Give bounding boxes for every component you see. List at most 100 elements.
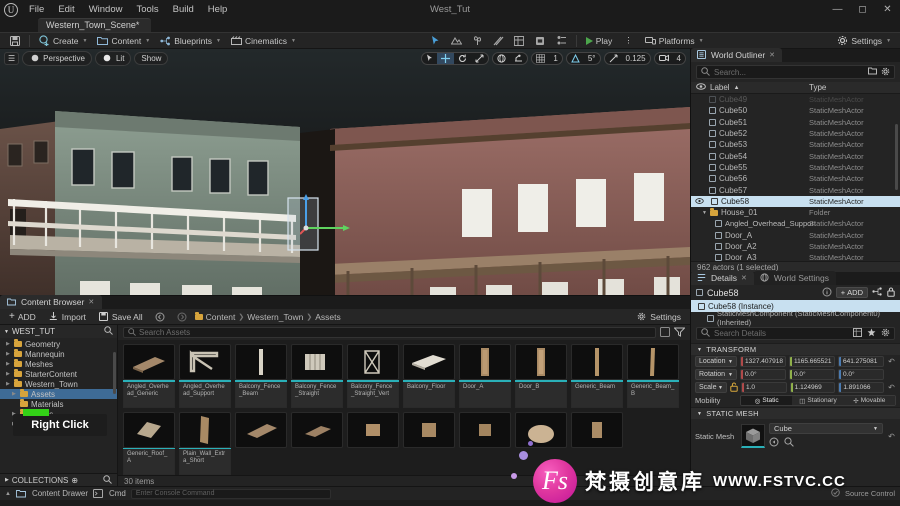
close-icon[interactable]: ✕ xyxy=(769,51,775,59)
scale-snap-value[interactable]: 0.125 xyxy=(622,53,650,64)
content-drawer-label[interactable]: Content Drawer xyxy=(32,489,88,498)
move-tool-icon[interactable] xyxy=(437,52,455,64)
asset-tile[interactable]: Generic_Roof_A xyxy=(123,411,175,475)
table-row-folder[interactable]: ▼ House_01 Folder xyxy=(691,207,900,218)
column-label-header[interactable]: Label xyxy=(710,83,730,92)
blueprints-button[interactable]: Blueprints ▼ xyxy=(155,34,226,47)
table-row[interactable]: Cube55 StaticMeshActor xyxy=(691,162,900,173)
menu-file[interactable]: File xyxy=(22,2,51,17)
details-settings-gear-icon[interactable] xyxy=(881,328,890,339)
scale-snap-icon[interactable] xyxy=(605,53,622,64)
search-icon[interactable] xyxy=(103,474,112,486)
asset-tile[interactable] xyxy=(291,411,343,476)
mobility-stationary-option[interactable]: ◫ Stationary xyxy=(792,396,844,405)
rotation-z-input[interactable]: 0.0° xyxy=(838,369,884,380)
level-tab[interactable]: Western_Town_Scene* xyxy=(38,18,152,32)
table-row[interactable]: Door_A StaticMeshActor xyxy=(691,230,900,241)
chevron-down-icon[interactable]: ▼ xyxy=(702,210,707,216)
location-y-input[interactable]: 1165.665521 xyxy=(789,356,835,367)
chevron-up-icon[interactable]: ▲ xyxy=(5,491,11,497)
table-row[interactable]: Door_A3 StaticMeshActor xyxy=(691,252,900,261)
search-asset-icon[interactable] xyxy=(784,437,794,449)
save-all-button[interactable]: Save All xyxy=(94,310,147,323)
table-row[interactable]: Cube51 StaticMeshActor xyxy=(691,117,900,128)
favorites-star-icon[interactable] xyxy=(867,328,876,339)
asset-tile[interactable]: Angled_Overhead_Generic xyxy=(123,344,175,408)
filter-icon[interactable] xyxy=(673,327,686,339)
surface-snap-icon[interactable] xyxy=(510,53,527,64)
rotation-y-input[interactable]: 0.0° xyxy=(789,369,835,380)
tree-item-startercontent[interactable]: ▶ StarterContent xyxy=(0,369,117,379)
column-type-header[interactable]: Type xyxy=(809,83,826,92)
menu-window[interactable]: Window xyxy=(82,2,130,17)
asset-tile[interactable]: Generic_Beam_B xyxy=(627,344,679,408)
grid-snap-value[interactable]: 1 xyxy=(549,53,561,64)
tree-item-assets[interactable]: ▶ Assets xyxy=(0,389,117,399)
asset-tile[interactable] xyxy=(347,411,399,476)
asset-tile[interactable]: Balcony_Fence_Beam xyxy=(235,344,287,408)
tree-scrollbar[interactable] xyxy=(113,352,116,394)
search-assets-input[interactable]: Search Assets xyxy=(123,327,656,338)
asset-tile[interactable]: Balcony_Floor xyxy=(403,344,455,408)
menu-edit[interactable]: Edit xyxy=(51,2,81,17)
table-row-selected[interactable]: Cube58 StaticMeshActor xyxy=(691,195,900,207)
viewport-perspective-button[interactable]: Perspective xyxy=(22,50,92,66)
camera-speed-group[interactable]: 4 xyxy=(653,51,686,65)
content-browser-settings-button[interactable]: Settings xyxy=(632,310,685,323)
chevron-down-icon[interactable]: ▶ xyxy=(6,381,11,387)
asset-tile[interactable]: Angled_Overhead_Support xyxy=(179,344,231,408)
lock-icon[interactable] xyxy=(887,287,895,299)
tree-item-meshes[interactable]: ▶ Meshes xyxy=(0,359,117,369)
info-icon[interactable] xyxy=(822,287,832,299)
play-options-button[interactable]: ⋮ xyxy=(619,34,638,47)
table-row[interactable]: Cube54 StaticMeshActor xyxy=(691,150,900,161)
brush-mode-button[interactable] xyxy=(530,34,551,47)
world-space-icon[interactable] xyxy=(493,53,510,64)
location-z-input[interactable]: 641.275081 xyxy=(838,356,884,367)
transform-gizmo[interactable] xyxy=(299,194,360,242)
console-command-input[interactable]: Enter Console Command xyxy=(130,488,331,499)
landscape-mode-button[interactable] xyxy=(446,34,467,47)
tree-item-western-town[interactable]: ▶ Western_Town xyxy=(0,379,117,389)
scale-snap-group[interactable]: 0.125 xyxy=(603,51,651,65)
table-row[interactable]: Cube57 StaticMeshActor xyxy=(691,184,900,195)
scale-y-input[interactable]: 1.124969 xyxy=(789,382,836,393)
source-control-label[interactable]: Source Control xyxy=(845,489,895,498)
chevron-down-icon[interactable]: ▼ xyxy=(4,329,9,335)
select-tool-icon[interactable] xyxy=(422,53,437,63)
unreal-logo-icon[interactable]: U xyxy=(0,0,22,19)
breadcrumb-assets[interactable]: Assets xyxy=(315,312,341,322)
table-row[interactable]: Cube52 StaticMeshActor xyxy=(691,128,900,139)
browse-to-asset-icon[interactable] xyxy=(769,437,779,449)
minimize-icon[interactable]: — xyxy=(825,0,850,19)
table-row[interactable]: Cube49 StaticMeshActor xyxy=(691,94,900,105)
blueprint-edit-icon[interactable] xyxy=(872,287,883,298)
revert-scale-icon[interactable]: ↶ xyxy=(887,383,896,392)
add-component-button[interactable]: + ADD xyxy=(835,287,868,298)
eye-icon[interactable] xyxy=(696,83,706,92)
cmd-label[interactable]: Cmd xyxy=(109,489,126,498)
scale-x-input[interactable]: 1.0 xyxy=(741,382,787,393)
maximize-icon[interactable]: ◻ xyxy=(850,0,875,19)
tab-details[interactable]: Details ✕ xyxy=(691,271,754,285)
tab-content-browser[interactable]: Content Browser ✕ xyxy=(0,295,103,309)
table-row[interactable]: Cube50 StaticMeshActor xyxy=(691,105,900,116)
grid-view-icon[interactable] xyxy=(853,328,862,339)
new-folder-icon[interactable] xyxy=(868,67,877,78)
close-icon[interactable]: ✕ xyxy=(741,274,747,282)
viewport-menu-icon[interactable]: ☰ xyxy=(4,51,20,65)
world-outliner-rows[interactable]: Cube49 StaticMeshActor Cube50 StaticMesh… xyxy=(691,94,900,261)
menu-tools[interactable]: Tools xyxy=(129,2,165,17)
animation-mode-button[interactable] xyxy=(551,34,572,47)
select-mode-button[interactable] xyxy=(425,34,446,47)
static-mesh-dropdown[interactable]: Cube ▼ xyxy=(769,423,883,434)
grid-snap-group[interactable]: 1 xyxy=(531,51,563,65)
rotation-x-input[interactable]: 0.0° xyxy=(740,369,786,380)
camera-speed-icon[interactable] xyxy=(655,53,673,63)
asset-tile[interactable]: Balcony_Fence_Straight_Vert xyxy=(347,344,399,408)
asset-tile[interactable] xyxy=(235,411,287,476)
rotation-dropdown[interactable]: Rotation ▼ xyxy=(695,369,737,380)
camera-speed-value[interactable]: 4 xyxy=(673,53,685,64)
mobility-static-option[interactable]: ◎ Static xyxy=(741,396,793,405)
chevron-right-icon[interactable]: ▶ xyxy=(6,361,11,367)
